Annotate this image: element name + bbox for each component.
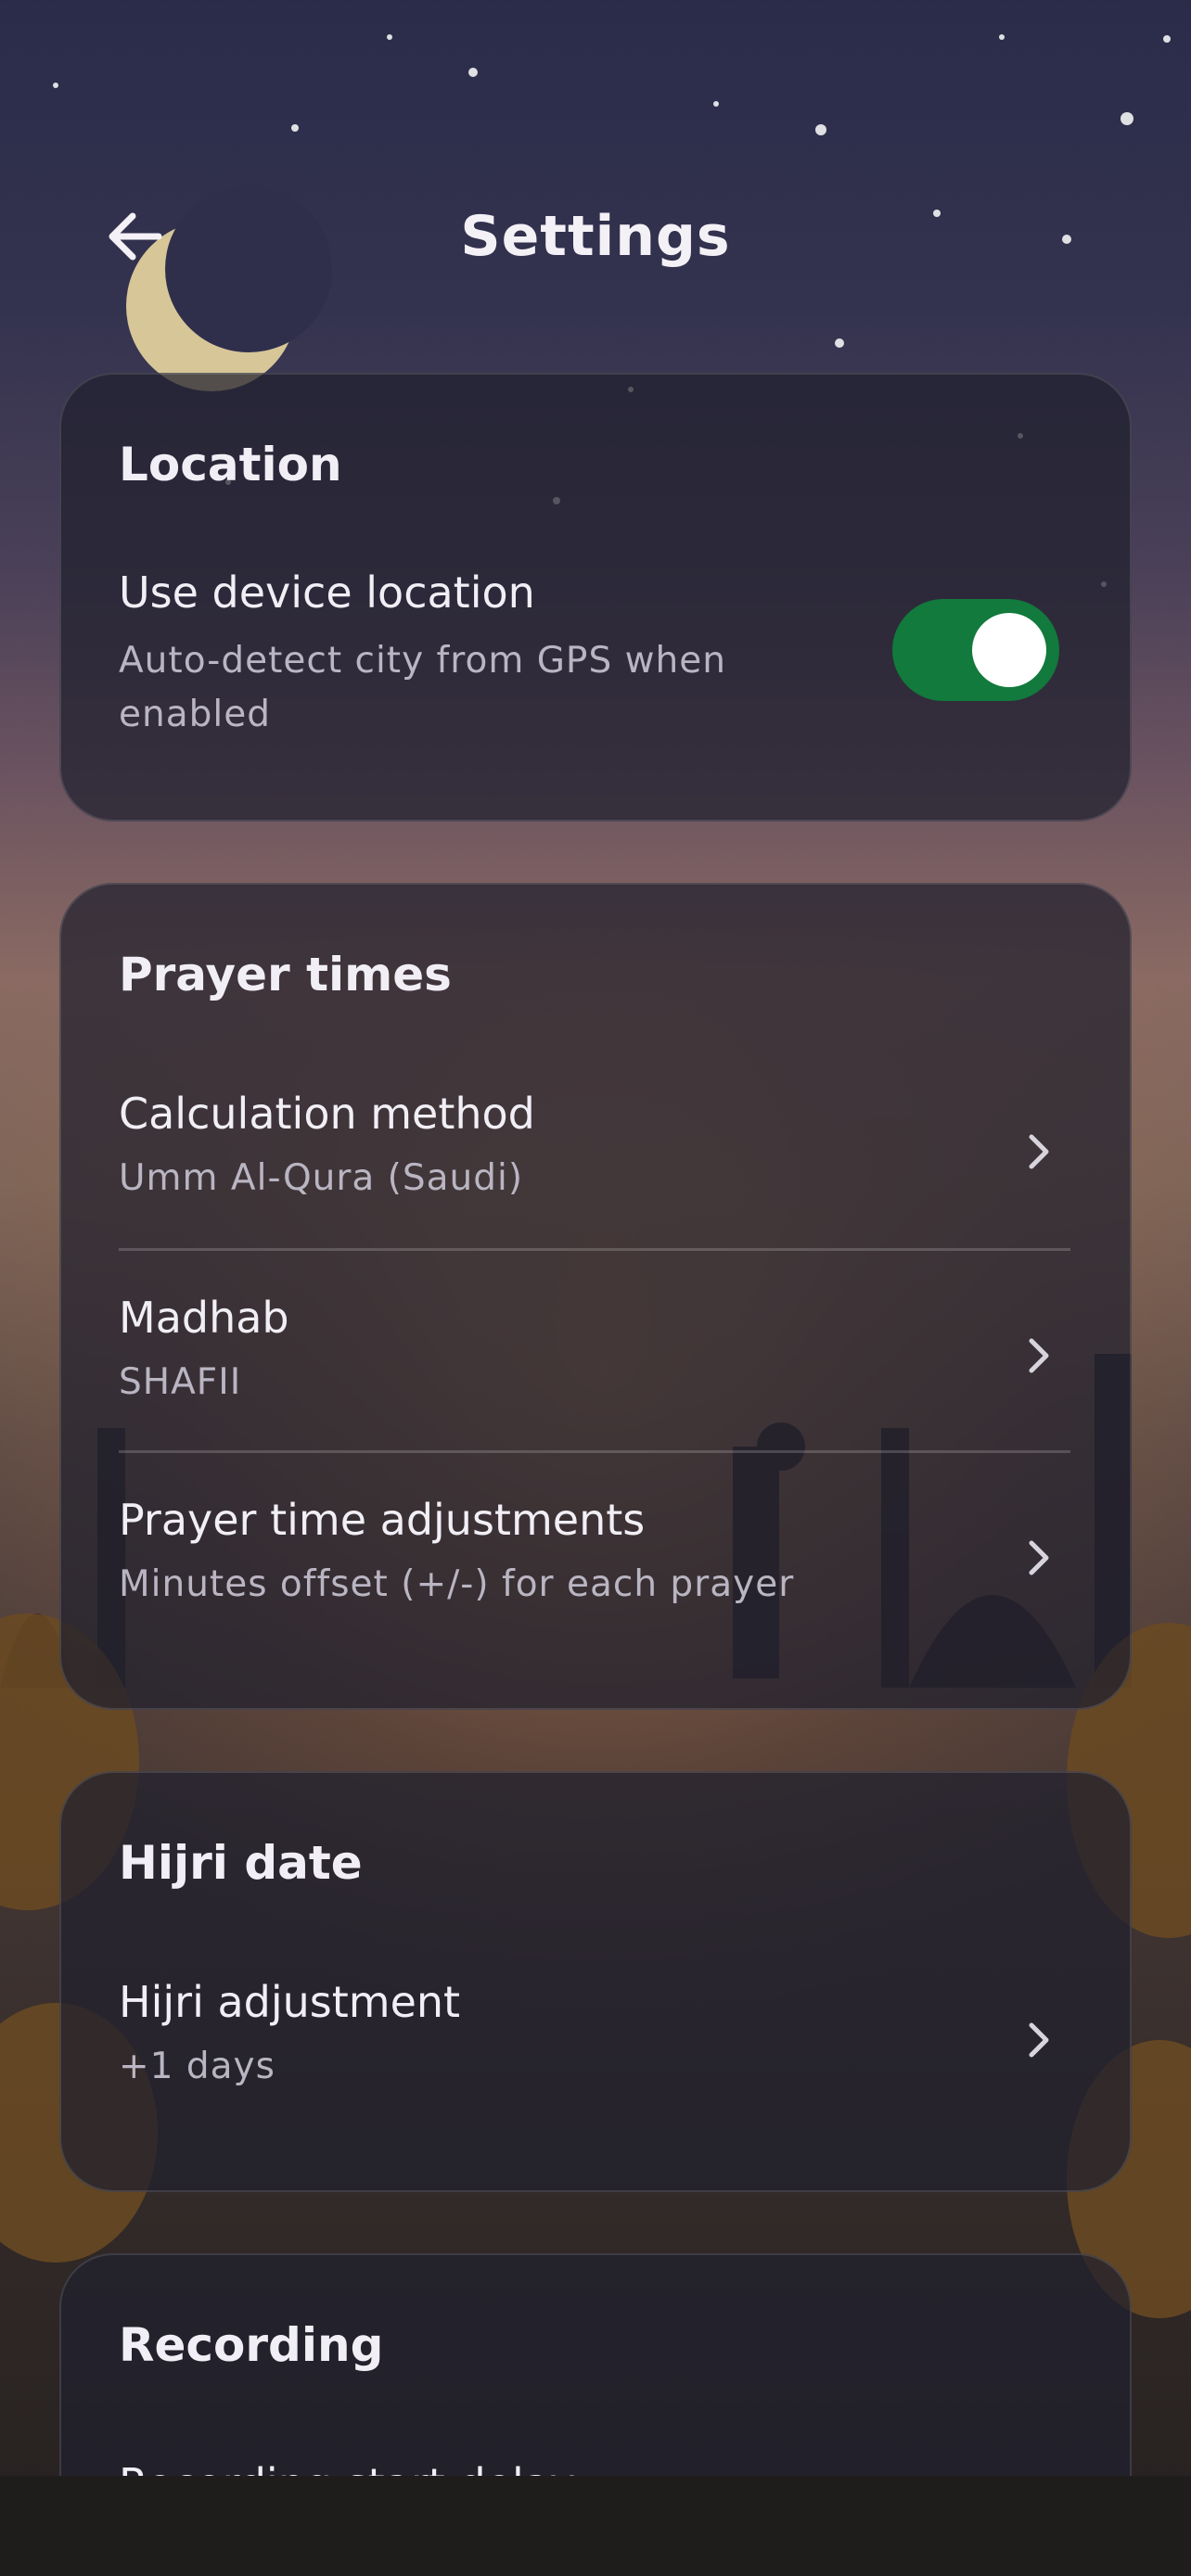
recording-card: Recording Recording start delay xyxy=(59,2253,1132,2476)
divider xyxy=(119,1248,1070,1251)
prayer-time-adjustments-value: Minutes offset (+/-) for each prayer xyxy=(119,1563,795,1605)
chevron-right-icon xyxy=(1020,1530,1057,1586)
prayer-time-adjustments-label: Prayer time adjustments xyxy=(119,1495,646,1545)
madhab-label: Madhab xyxy=(119,1293,289,1343)
location-card: Location Use device location Auto-detect… xyxy=(59,373,1132,822)
section-title-hijri-date: Hijri date xyxy=(119,1836,363,1890)
hijri-adjustment-label: Hijri adjustment xyxy=(119,1977,461,2027)
madhab-row[interactable]: Madhab SHAFII xyxy=(119,1293,1070,1422)
chevron-right-icon xyxy=(1020,1124,1057,1180)
chevron-right-icon xyxy=(1020,2012,1057,2068)
calculation-method-row[interactable]: Calculation method Umm Al-Qura (Saudi) xyxy=(119,1089,1070,1218)
chevron-right-icon xyxy=(1020,1328,1057,1384)
prayer-times-card: Prayer times Calculation method Umm Al-Q… xyxy=(59,883,1132,1710)
settings-scroll-area[interactable]: Location Use device location Auto-detect… xyxy=(0,0,1191,2476)
section-title-location: Location xyxy=(119,438,342,491)
hijri-adjustment-value: +1 days xyxy=(119,2046,275,2087)
recording-start-delay-row[interactable]: Recording start delay xyxy=(119,2459,1070,2476)
calculation-method-label: Calculation method xyxy=(119,1089,535,1139)
recording-start-delay-label: Recording start delay xyxy=(119,2459,575,2476)
toggle-knob xyxy=(972,613,1046,687)
use-device-location-label: Use device location xyxy=(119,567,535,618)
divider xyxy=(119,1450,1070,1453)
use-device-location-toggle[interactable] xyxy=(892,599,1059,701)
use-device-location-description-2: enabled xyxy=(119,694,271,735)
hijri-adjustment-row[interactable]: Hijri adjustment +1 days xyxy=(119,1977,1070,2107)
system-navigation-area xyxy=(0,2476,1191,2576)
section-title-prayer-times: Prayer times xyxy=(119,948,452,1001)
madhab-value: SHAFII xyxy=(119,1361,242,1403)
hijri-date-card: Hijri date Hijri adjustment +1 days xyxy=(59,1771,1132,2192)
prayer-time-adjustments-row[interactable]: Prayer time adjustments Minutes offset (… xyxy=(119,1495,1070,1625)
calculation-method-value: Umm Al-Qura (Saudi) xyxy=(119,1157,524,1199)
section-title-recording: Recording xyxy=(119,2318,384,2372)
use-device-location-description: Auto-detect city from GPS when xyxy=(119,640,726,682)
